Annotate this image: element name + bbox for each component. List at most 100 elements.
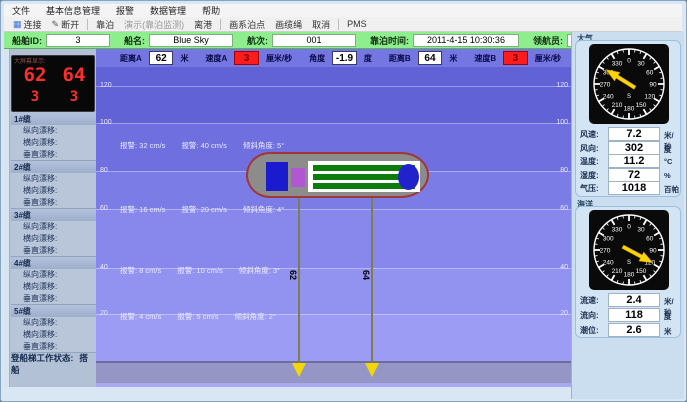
atmosphere-label: 风向: (580, 143, 599, 154)
alarm-threshold-text: 报警: 4 cm/s (120, 311, 161, 322)
readout-unit-distance-b: 米 (449, 53, 457, 64)
atmosphere-row: 风速:7.2米/秒 (575, 127, 681, 140)
atmosphere-value: 11.2 (608, 154, 660, 168)
menu-item-2[interactable]: 报警 (108, 4, 142, 17)
marker-label-a: 62 (285, 268, 301, 282)
toolbar-button-label: 演示(靠泊监测) (124, 18, 184, 31)
toolbar-button-cancel[interactable]: 取消 (307, 18, 335, 31)
axis-tick-label-right: 40 (560, 264, 568, 271)
toolbar-button-label: 离港 (194, 18, 212, 31)
chart-band (96, 67, 571, 123)
toolbar-button-draw-cable[interactable]: 画缆绳 (270, 18, 307, 31)
ocean-readings: 流速:2.4米/秒流向:118度潮位:2.6米 (575, 293, 681, 337)
info-value-ship-id[interactable]: 3 (46, 34, 110, 47)
toolbar-button-label: 断开 (61, 18, 79, 31)
toolbar-button-berth[interactable]: 靠泊 (91, 18, 119, 31)
axis-tick-label-left: 60 (100, 205, 108, 212)
axis-tick-label-left: 80 (100, 167, 108, 174)
toolbar-button-disconnect[interactable]: ✎断开 (47, 18, 85, 31)
cable-group-header: 2#缆 (11, 162, 96, 173)
alarm-threshold-line: 报警: 4 cm/s报警: 5 cm/s倾斜角度: 2° (120, 311, 276, 322)
cable-group-4: 4#缆纵向漂移:横向漂移:垂直漂移: (11, 258, 96, 305)
drift-row-label: 横向漂移: (11, 233, 96, 245)
atmosphere-label: 风速: (580, 129, 599, 140)
svg-text:210: 210 (612, 102, 623, 109)
toolbar-button-draw-point[interactable]: 画系泊点 (224, 18, 270, 31)
readout-label-speed-a: 速度A (205, 53, 227, 64)
svg-text:180: 180 (624, 105, 635, 112)
cable-list: 1#缆纵向漂移:横向漂移:垂直漂移:2#缆纵向漂移:横向漂移:垂直漂移:3#缆纵… (11, 114, 96, 354)
menu-item-4[interactable]: 帮助 (194, 4, 228, 17)
ocean-row: 流速:2.4米/秒 (575, 293, 681, 306)
info-field-berth-time: 靠泊时间: 2011-4-15 10:30:36 (370, 34, 519, 47)
ocean-value: 118 (608, 308, 660, 322)
toolbar-button-label: 取消 (312, 18, 330, 31)
drift-row-label: 横向漂移: (11, 281, 96, 293)
drift-row-label: 纵向漂移: (11, 221, 96, 233)
atmosphere-row: 气压: 1018 百帕 (575, 181, 681, 194)
ocean-unit: 度 (664, 311, 672, 322)
svg-text:300: 300 (603, 235, 614, 242)
svg-text:270: 270 (600, 247, 611, 254)
svg-text:60: 60 (646, 69, 654, 76)
ocean-unit: 米 (664, 326, 672, 337)
menu-bar: 文件基本信息管理报警数据管理帮助 (4, 4, 682, 17)
toolbar-button-label: 靠泊 (96, 18, 114, 31)
toolbar-button-demo: 演示(靠泊监测) (119, 18, 189, 31)
readout-label-distance-a: 距离A (120, 53, 142, 64)
readout-value-distance-b: 64 (418, 51, 443, 65)
readout-value-speed-a: 3 (234, 51, 259, 65)
display-distance-a: 62 (18, 64, 52, 86)
cable-group-header: 3#缆 (11, 210, 96, 221)
ocean-label: 流速: (580, 295, 599, 306)
alarm-threshold-text: 报警: 10 cm/s (177, 265, 222, 276)
ship-bow-ellipse (398, 164, 419, 190)
alarm-threshold-text: 报警: 8 cm/s (120, 265, 161, 276)
ocean-value: 2.4 (608, 293, 660, 307)
current-direction-gauge: 0306090120150180210240270300330S (589, 210, 669, 290)
drift-row-label: 纵向漂移: (11, 125, 96, 137)
alarm-threshold-line: 报警: 32 cm/s报警: 40 cm/s倾斜角度: 5° (120, 140, 284, 151)
menu-item-0[interactable]: 文件 (4, 4, 38, 17)
alarm-threshold-text: 倾斜角度: 3° (239, 265, 280, 276)
axis-tick-label-left: 20 (100, 310, 108, 317)
toolbar-button-depart[interactable]: 离港 (189, 18, 217, 31)
drift-row-label: 垂直漂移: (11, 245, 96, 257)
toolbar-button-pms[interactable]: PMS (342, 19, 372, 29)
atmosphere-value: 7.2 (608, 127, 660, 141)
ocean-row: 潮位:2.6米 (575, 323, 681, 336)
svg-text:330: 330 (612, 227, 623, 234)
atmosphere-label: 气压: (580, 183, 599, 194)
ship-info-bar: 船舶ID:3船名:Blue Sky航次:001靠泊时间:2011-4-15 10… (4, 32, 571, 49)
chart-gridline (96, 123, 571, 124)
info-value-berth-time[interactable]: 2011-4-15 10:30:36 (413, 34, 519, 47)
drift-row-label: 横向漂移: (11, 329, 96, 341)
atmosphere-unit: 百帕 (664, 184, 679, 195)
left-sidebar: 大屏幕显示: 62 64 3 3 1#缆纵向漂移:横向漂移:垂直漂移:2#缆纵向… (4, 49, 96, 387)
alarm-threshold-text: 倾斜角度: 5° (243, 140, 284, 151)
display-speed-b: 3 (57, 89, 91, 105)
menu-item-1[interactable]: 基本信息管理 (38, 4, 108, 17)
large-number-display: 大屏幕显示: 62 64 3 3 (11, 55, 95, 112)
readout-value-distance-a: 62 (149, 51, 174, 65)
readout-label-angle: 角度 (309, 53, 325, 64)
toolbar-button-label: 画系泊点 (229, 18, 265, 31)
alarm-threshold-text: 倾斜角度: 4° (243, 204, 284, 215)
info-label-berth-time: 靠泊时间: (370, 34, 409, 47)
info-value-voyage[interactable]: 001 (272, 34, 356, 47)
axis-tick-label-right: 80 (560, 167, 568, 174)
ocean-label: 潮位: (580, 325, 599, 336)
window-bottom-edge (4, 387, 571, 400)
atmosphere-value: 72 (608, 168, 660, 182)
gangway-status: 登船梯工作状态:搭船 (11, 352, 96, 376)
atmosphere-row: 湿度:72% (575, 168, 681, 181)
berthing-monitor-window: 文件基本信息管理报警数据管理帮助 ▦连接✎断开靠泊演示(靠泊监测) 离港 画系泊点画… (0, 0, 687, 402)
axis-tick-label-left: 120 (100, 82, 112, 89)
alarm-threshold-text: 报警: 32 cm/s (120, 140, 165, 151)
atmosphere-value: 1018 (608, 181, 660, 195)
toolbar-button-connect[interactable]: ▦连接 (8, 18, 47, 31)
drift-row-label: 垂直漂移: (11, 293, 96, 305)
menu-item-3[interactable]: 数据管理 (142, 4, 194, 17)
info-label-ship-id: 船舶ID: (12, 34, 42, 47)
info-value-ship-name[interactable]: Blue Sky (149, 34, 233, 47)
